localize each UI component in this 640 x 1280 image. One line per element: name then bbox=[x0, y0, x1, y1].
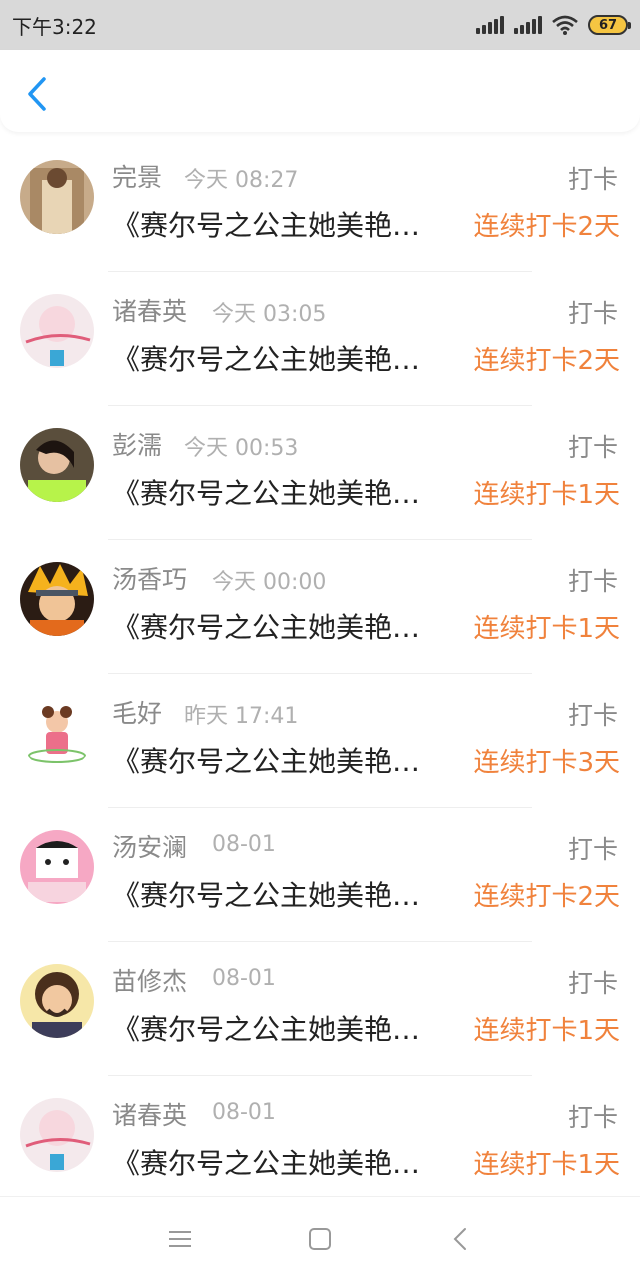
post-time: 今天 08:27 bbox=[184, 168, 299, 193]
post-time: 08-01 bbox=[212, 966, 276, 991]
checkin-list: 完景 今天 08:27 打卡 《赛尔号之公主她美艳… 连续打卡2天 诸春英 今天… bbox=[0, 138, 640, 1210]
book-title: 《赛尔号之公主她美艳… bbox=[112, 879, 421, 912]
checkin-tag: 打卡 bbox=[567, 701, 618, 730]
post-time: 今天 00:00 bbox=[212, 570, 327, 595]
user-name: 彭濡 bbox=[112, 431, 163, 460]
status-time: 下午3:22 bbox=[12, 14, 97, 39]
avatar[interactable] bbox=[20, 294, 94, 368]
book-title: 《赛尔号之公主她美艳… bbox=[112, 477, 421, 510]
list-item[interactable]: 苗修杰 08-01 打卡 《赛尔号之公主她美艳… 连续打卡1天 bbox=[0, 942, 640, 1076]
list-item[interactable]: 彭濡 今天 00:53 打卡 《赛尔号之公主她美艳… 连续打卡1天 bbox=[0, 406, 640, 540]
checkin-tag: 打卡 bbox=[567, 165, 618, 194]
book-title: 《赛尔号之公主她美艳… bbox=[112, 611, 421, 644]
user-name: 完景 bbox=[112, 163, 163, 192]
post-time: 08-01 bbox=[212, 1100, 276, 1125]
book-title: 《赛尔号之公主她美艳… bbox=[112, 209, 421, 242]
list-item[interactable]: 汤安澜 08-01 打卡 《赛尔号之公主她美艳… 连续打卡2天 bbox=[0, 808, 640, 942]
book-title: 《赛尔号之公主她美艳… bbox=[112, 1013, 421, 1046]
user-name: 汤香巧 bbox=[112, 565, 188, 594]
user-name: 诸春英 bbox=[112, 1101, 188, 1130]
avatar[interactable] bbox=[20, 562, 94, 636]
avatar[interactable] bbox=[20, 160, 94, 234]
avatar[interactable] bbox=[20, 696, 94, 770]
wifi-icon bbox=[552, 15, 578, 35]
avatar[interactable] bbox=[20, 1098, 94, 1172]
signal-icon bbox=[476, 16, 504, 34]
post-time: 今天 03:05 bbox=[212, 302, 327, 327]
nav-back-button[interactable] bbox=[445, 1224, 475, 1254]
home-icon bbox=[309, 1227, 331, 1250]
user-name: 苗修杰 bbox=[112, 967, 188, 996]
battery-level: 67 bbox=[598, 17, 618, 33]
list-item[interactable]: 诸春英 今天 03:05 打卡 《赛尔号之公主她美艳… 连续打卡2天 bbox=[0, 272, 640, 406]
back-icon bbox=[453, 1227, 466, 1250]
system-nav-bar bbox=[0, 1196, 640, 1280]
streak-label: 连续打卡2天 bbox=[473, 212, 620, 242]
menu-button[interactable] bbox=[165, 1224, 195, 1254]
list-item[interactable]: 完景 今天 08:27 打卡 《赛尔号之公主她美艳… 连续打卡2天 bbox=[0, 138, 640, 272]
checkin-tag: 打卡 bbox=[567, 1103, 618, 1132]
checkin-tag: 打卡 bbox=[567, 433, 618, 462]
post-time: 昨天 17:41 bbox=[184, 704, 299, 729]
checkin-tag: 打卡 bbox=[567, 299, 618, 328]
back-button[interactable] bbox=[22, 76, 52, 112]
avatar[interactable] bbox=[20, 964, 94, 1038]
streak-label: 连续打卡1天 bbox=[473, 480, 620, 510]
streak-label: 连续打卡1天 bbox=[473, 614, 620, 644]
streak-label: 连续打卡2天 bbox=[473, 346, 620, 376]
battery-icon: 67 bbox=[588, 15, 631, 35]
checkin-tag: 打卡 bbox=[567, 567, 618, 596]
user-name: 毛好 bbox=[112, 699, 163, 728]
chevron-left-icon bbox=[28, 77, 46, 111]
post-time: 今天 00:53 bbox=[184, 436, 299, 461]
post-time: 08-01 bbox=[212, 832, 276, 857]
book-title: 《赛尔号之公主她美艳… bbox=[112, 745, 421, 778]
list-item[interactable]: 毛好 昨天 17:41 打卡 《赛尔号之公主她美艳… 连续打卡3天 bbox=[0, 674, 640, 808]
streak-label: 连续打卡3天 bbox=[473, 748, 620, 778]
streak-label: 连续打卡1天 bbox=[473, 1016, 620, 1046]
book-title: 《赛尔号之公主她美艳… bbox=[112, 1147, 421, 1180]
list-item[interactable]: 汤香巧 今天 00:00 打卡 《赛尔号之公主她美艳… 连续打卡1天 bbox=[0, 540, 640, 674]
streak-label: 连续打卡1天 bbox=[473, 1150, 620, 1180]
avatar[interactable] bbox=[20, 428, 94, 502]
header bbox=[0, 50, 640, 132]
signal-icon-2 bbox=[514, 16, 542, 34]
list-item[interactable]: 诸春英 08-01 打卡 《赛尔号之公主她美艳… 连续打卡1天 bbox=[0, 1076, 640, 1210]
book-title: 《赛尔号之公主她美艳… bbox=[112, 343, 421, 376]
user-name: 诸春英 bbox=[112, 297, 188, 326]
checkin-tag: 打卡 bbox=[567, 835, 618, 864]
status-icons: 67 bbox=[476, 15, 631, 35]
checkin-tag: 打卡 bbox=[567, 969, 618, 998]
status-bar: 下午3:22 67 bbox=[0, 0, 640, 50]
home-button[interactable] bbox=[305, 1224, 335, 1254]
avatar[interactable] bbox=[20, 830, 94, 904]
menu-icon bbox=[169, 1230, 191, 1247]
user-name: 汤安澜 bbox=[112, 833, 188, 862]
streak-label: 连续打卡2天 bbox=[473, 882, 620, 912]
